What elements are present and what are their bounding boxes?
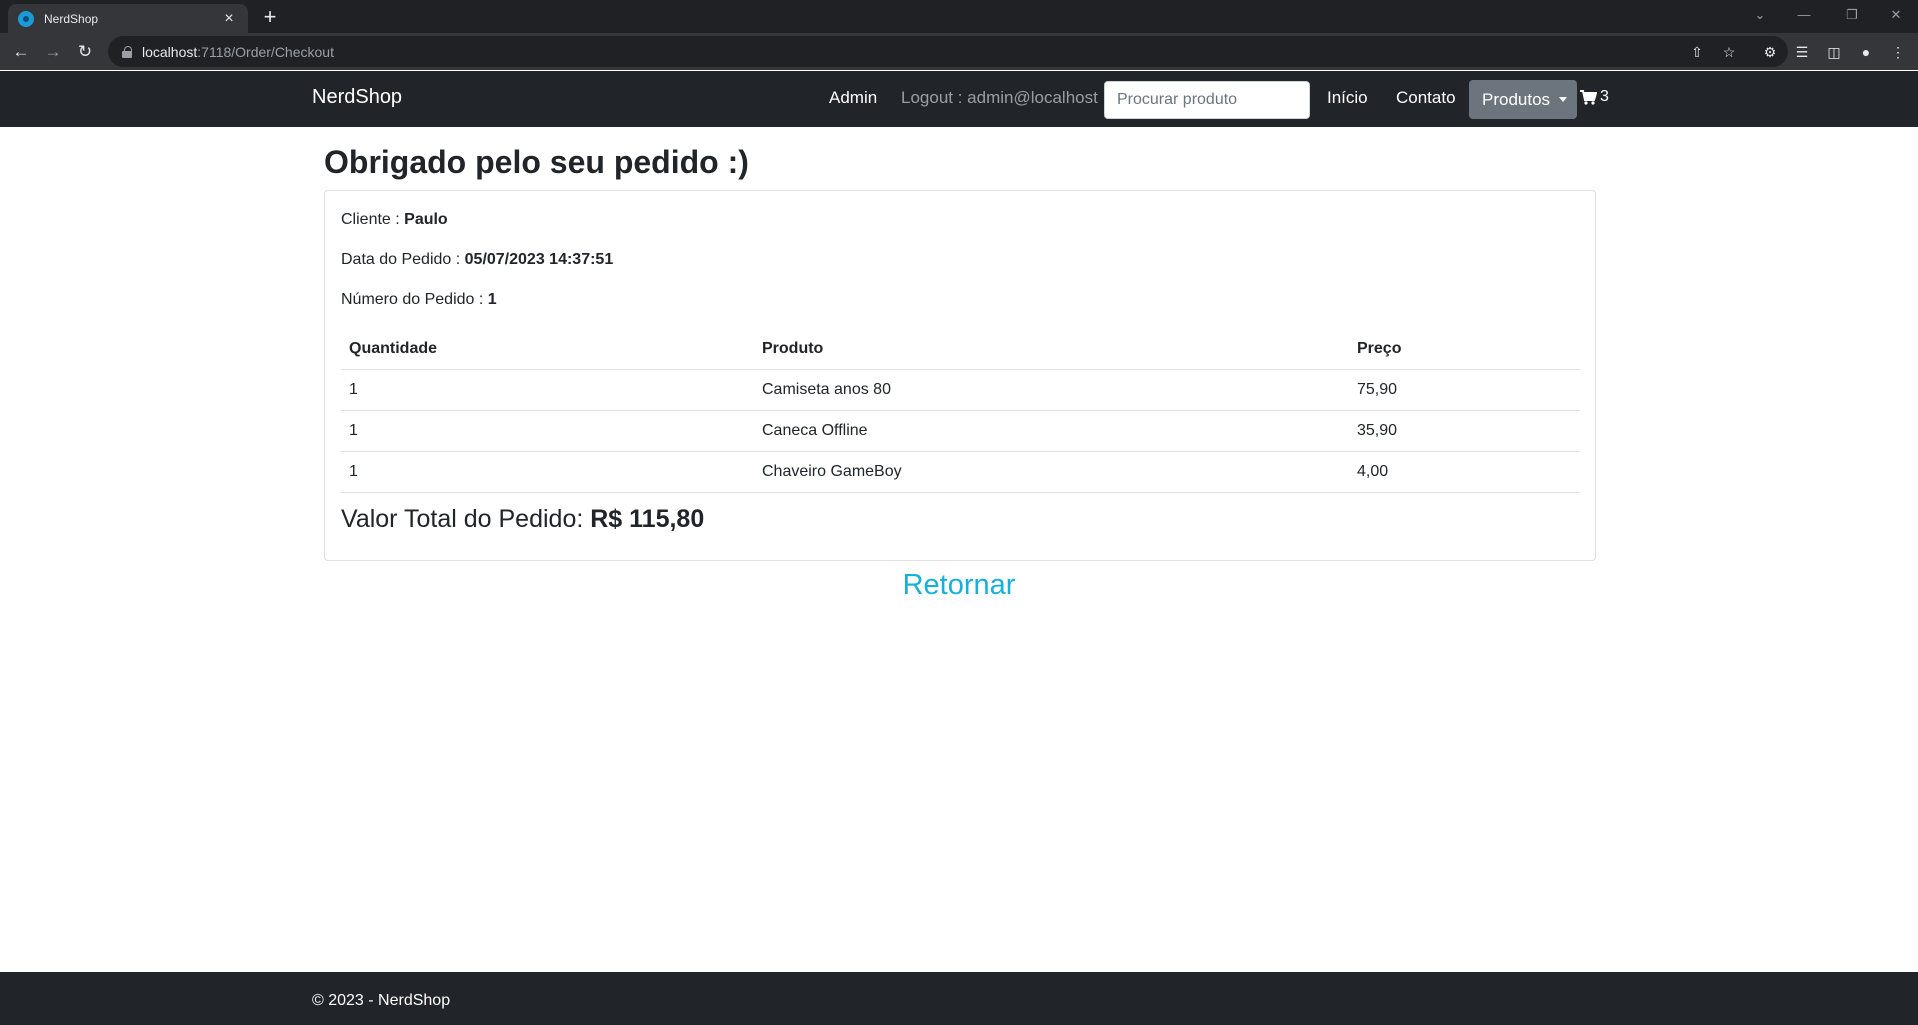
browser-tabstrip: NerdShop × + ⌄ — ❐ ✕ (0, 0, 1918, 33)
nav-logout[interactable]: Logout : admin@localhost (901, 88, 1098, 108)
shopping-cart-icon (1580, 89, 1597, 105)
restore-icon[interactable]: ❐ (1836, 0, 1868, 30)
item-product: Caneca Offline (754, 410, 1349, 452)
client-value: Paulo (404, 211, 448, 228)
client-info: Cliente : Paulo (341, 211, 448, 229)
item-quantity: 1 (341, 451, 754, 493)
nav-home[interactable]: Início (1327, 88, 1368, 108)
site-navbar: NerdShop Admin Logout : admin@localhost … (0, 71, 1918, 127)
url-path: :7118/Order/Checkout (197, 43, 334, 60)
browser-toolbar: ← → ↻ localhost :7118/Order/Checkout ⇧ ☆… (0, 33, 1918, 70)
order-total-value: R$ 115,80 (590, 505, 705, 533)
client-label: Cliente : (341, 211, 405, 228)
item-price: 35,90 (1349, 410, 1580, 452)
browser-tab[interactable]: NerdShop × (8, 4, 248, 33)
tab-close-icon[interactable]: × (220, 10, 238, 28)
cart-count: 3 (1600, 88, 1609, 105)
item-product: Camiseta anos 80 (754, 369, 1349, 411)
order-number-info: Número do Pedido : 1 (341, 291, 497, 309)
table-row: 1 Camiseta anos 80 75,90 (341, 369, 1580, 411)
menu-kebab-icon[interactable]: ⋮ (1887, 41, 1909, 63)
bookmark-star-icon[interactable]: ☆ (1718, 41, 1740, 63)
address-bar[interactable]: localhost :7118/Order/Checkout (108, 36, 1788, 67)
return-link[interactable]: Retornar (0, 569, 1918, 602)
products-dropdown[interactable]: Produtos (1469, 80, 1577, 119)
item-product: Chaveiro GameBoy (754, 451, 1349, 493)
profile-icon[interactable]: ● (1855, 41, 1877, 63)
nav-contact[interactable]: Contato (1396, 88, 1456, 108)
order-total: Valor Total do Pedido: R$ 115,80 (341, 505, 704, 534)
footer-copyright: © 2023 - NerdShop (312, 992, 451, 1009)
tab-title: NerdShop (44, 11, 99, 26)
tab-search-icon[interactable]: ⌄ (1744, 0, 1776, 30)
order-total-label: Valor Total do Pedido: (341, 505, 591, 533)
order-date-value: 05/07/2023 14:37:51 (464, 251, 614, 268)
site-footer: © 2023 - NerdShop (0, 972, 1918, 1025)
order-summary-card: Cliente : Paulo Data do Pedido : 05/07/2… (324, 190, 1596, 561)
item-price: 4,00 (1349, 451, 1580, 493)
lock-icon (122, 45, 132, 58)
order-date-info: Data do Pedido : 05/07/2023 14:37:51 (341, 251, 613, 269)
table-header-row: Quantidade Produto Preço (341, 329, 1580, 370)
column-header-price: Preço (1349, 329, 1580, 370)
nav-admin[interactable]: Admin (829, 88, 877, 108)
order-number-label: Número do Pedido : (341, 291, 488, 308)
brand-logo[interactable]: NerdShop (312, 86, 402, 109)
item-quantity: 1 (341, 369, 754, 411)
new-tab-button[interactable]: + (258, 5, 282, 29)
item-quantity: 1 (341, 410, 754, 452)
site-favicon-icon (18, 10, 34, 27)
share-icon[interactable]: ⇧ (1686, 41, 1708, 63)
page-title: Obrigado pelo seu pedido :) (324, 144, 749, 180)
column-header-quantity: Quantidade (341, 329, 754, 370)
cart-link[interactable]: 3 (1580, 88, 1609, 106)
products-dropdown-label: Produtos (1482, 89, 1551, 109)
order-items-table: Quantidade Produto Preço 1 Camiseta anos… (341, 329, 1580, 493)
table-row: 1 Chaveiro GameBoy 4,00 (341, 451, 1580, 493)
forward-icon[interactable]: → (41, 40, 65, 64)
minimize-icon[interactable]: — (1788, 0, 1820, 30)
media-control-icon[interactable]: ☰ (1791, 41, 1813, 63)
item-price: 75,90 (1349, 369, 1580, 411)
order-date-label: Data do Pedido : (341, 251, 465, 268)
close-window-icon[interactable]: ✕ (1880, 0, 1912, 30)
order-number-value: 1 (487, 291, 497, 308)
side-panel-icon[interactable]: ◫ (1823, 41, 1845, 63)
search-input[interactable] (1104, 81, 1310, 119)
reload-icon[interactable]: ↻ (73, 40, 97, 64)
column-header-product: Produto (754, 329, 1349, 370)
back-icon[interactable]: ← (9, 40, 33, 64)
chevron-down-icon (1559, 97, 1568, 102)
extensions-icon[interactable]: ⚙ (1759, 41, 1781, 63)
url-host: localhost (142, 43, 198, 60)
table-row: 1 Caneca Offline 35,90 (341, 410, 1580, 452)
